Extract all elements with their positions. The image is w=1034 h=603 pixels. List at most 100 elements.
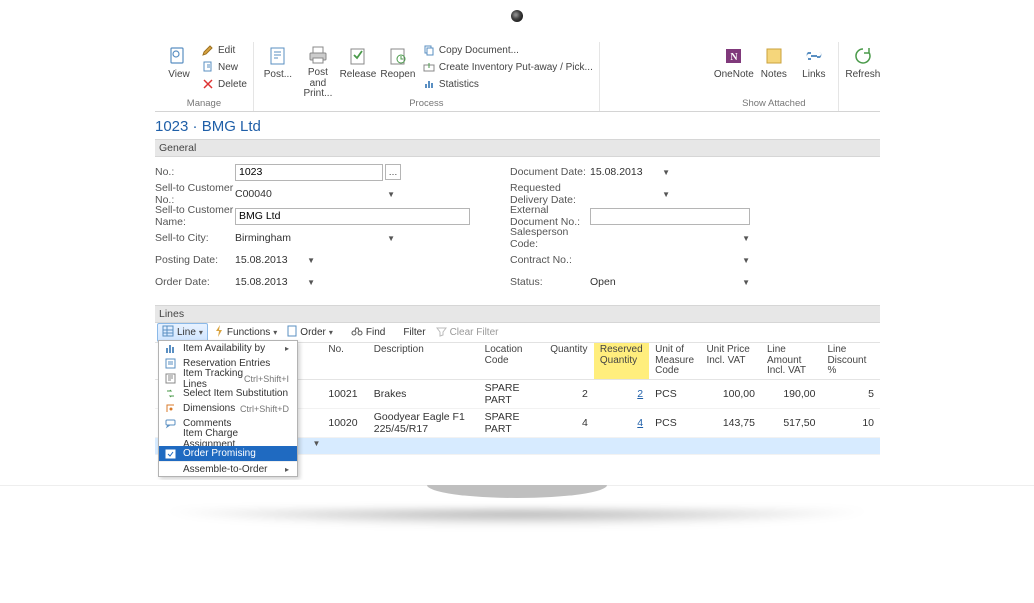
status-dropdown[interactable]: Open▼ [590,276,750,288]
line-context-menu: Item Availability by▸ Reservation Entrie… [158,340,298,477]
copy-doc-icon [422,43,436,57]
menu-select-item-substitution[interactable]: Select Item Substitution [159,386,297,401]
chevron-down-icon: ▾ [273,328,277,337]
chevron-down-icon: ▼ [742,278,750,287]
menu-item-tracking[interactable]: Item Tracking LinesCtrl+Shift+I [159,371,297,386]
lightning-icon [214,325,224,340]
no-field[interactable] [235,164,383,181]
post-button[interactable]: Post... [258,42,298,98]
functions-menu-button[interactable]: Functions▾ [210,324,281,341]
cust-no-dropdown[interactable]: C00040▼ [235,188,395,200]
lines-clear-filter-button[interactable]: Clear Filter [432,325,503,341]
substitution-icon [163,387,177,401]
contract-dropdown[interactable]: ▼ [590,256,750,265]
delete-x-icon [201,77,215,91]
menu-dimensions[interactable]: DimensionsCtrl+Shift+D [159,401,297,416]
menu-item-charge[interactable]: Item Charge Assignment [159,431,297,446]
notes-icon [762,44,786,68]
line-menu-button[interactable]: Line ▾ Item Availability by▸ Reservation… [157,323,208,342]
putaway-icon [422,60,436,74]
col-quantity[interactable]: Quantity [544,343,594,379]
salesperson-dropdown[interactable]: ▼ [590,234,750,243]
posting-date-dropdown[interactable]: 15.08.2013▼ [235,254,315,266]
doc-date-dropdown[interactable]: 15.08.2013▼ [590,166,670,178]
cust-name-field[interactable] [235,208,470,225]
reserved-link[interactable]: 4 [637,417,643,429]
clear-filter-small-icon [436,326,447,340]
req-delivery-dropdown[interactable]: ▼ [590,190,670,199]
copy-document-button[interactable]: Copy Document... [422,42,593,58]
req-delivery-label: Requested Delivery Date: [510,182,590,206]
order-doc-icon [287,325,297,340]
chevron-down-icon[interactable]: ▼ [312,439,320,448]
col-line-discount[interactable]: Line Discount % [821,343,880,379]
delete-button[interactable]: Delete [201,76,247,92]
view-button[interactable]: View [159,42,199,98]
chevron-down-icon: ▾ [199,328,203,337]
create-putaway-button[interactable]: Create Inventory Put-away / Pick... [422,59,593,75]
col-unit-price[interactable]: Unit Price Incl. VAT [700,343,761,379]
no-lookup-button[interactable]: … [385,164,401,180]
filter-button[interactable]: Filter [399,326,429,339]
lines-header[interactable]: Lines [155,305,880,323]
release-icon [346,44,370,68]
menu-assemble-to-order[interactable]: Assemble-to-Order▸ [159,461,297,476]
refresh-button[interactable]: Refresh [843,42,880,98]
printer-icon [306,44,330,66]
dimensions-icon [163,402,177,416]
charge-icon [163,432,177,446]
col-location[interactable]: Location Code [479,343,545,379]
reserved-link[interactable]: 2 [637,388,643,400]
new-button[interactable]: New [201,59,247,75]
chevron-down-icon: ▼ [742,256,750,265]
menu-order-promising[interactable]: Order Promising [159,446,297,461]
ribbon-group-process: Post... Post and Print... Release Reopen [254,42,600,111]
col-reserved[interactable]: Reserved Quantity [594,343,649,379]
refresh-icon [851,44,875,68]
doc-date-label: Document Date: [510,166,590,178]
chevron-down-icon: ▼ [387,234,395,243]
edit-button[interactable]: Edit [201,42,247,58]
lines-toolbar: Line ▾ Item Availability by▸ Reservation… [155,323,880,343]
ext-doc-field[interactable] [590,208,750,225]
link-icon [802,44,826,68]
col-description[interactable]: Description [368,343,479,379]
magnifier-icon [167,44,191,68]
city-label: Sell-to City: [155,232,235,244]
post-and-print-button[interactable]: Post and Print... [298,42,338,98]
notes-button[interactable]: Notes [754,42,794,98]
binoculars-icon [351,325,363,340]
order-date-dropdown[interactable]: 15.08.2013▼ [235,276,315,288]
page-title: 1023 · BMG Ltd [155,112,880,139]
posting-date-label: Posting Date: [155,254,235,266]
onenote-icon: N [722,44,746,68]
cust-name-label: Sell-to Customer Name: [155,204,235,228]
pencil-icon [201,43,215,57]
release-button[interactable]: Release [338,42,378,98]
chevron-down-icon: ▼ [662,190,670,199]
chart-icon [163,342,177,356]
calendar-check-icon [163,447,177,461]
col-line-amount[interactable]: Line Amount Incl. VAT [761,343,822,379]
order-menu-button[interactable]: Order▾ [283,324,337,341]
col-uom[interactable]: Unit of Measure Code [649,343,700,379]
chevron-down-icon: ▼ [662,168,670,177]
city-dropdown[interactable]: Birmingham▼ [235,232,395,244]
find-button[interactable]: Find [347,324,389,341]
general-header[interactable]: General [155,139,880,157]
statistics-button[interactable]: Statistics [422,76,593,92]
tracking-icon [163,372,177,386]
stats-icon [422,77,436,91]
general-form: No.: … Sell-to Customer No.: C00040▼ Sel… [155,157,880,305]
document-icon [266,44,290,68]
chevron-down-icon: ▾ [329,328,333,337]
laptop-shadow [80,510,954,548]
ext-doc-label: External Document No.: [510,204,590,228]
col-no[interactable]: No. [322,343,367,379]
status-label: Status: [510,276,590,288]
submenu-arrow-icon: ▸ [285,465,289,474]
links-button[interactable]: Links [794,42,834,98]
onenote-button[interactable]: N OneNote [714,42,754,98]
menu-item-availability[interactable]: Item Availability by▸ [159,341,297,356]
reopen-button[interactable]: Reopen [378,42,418,98]
